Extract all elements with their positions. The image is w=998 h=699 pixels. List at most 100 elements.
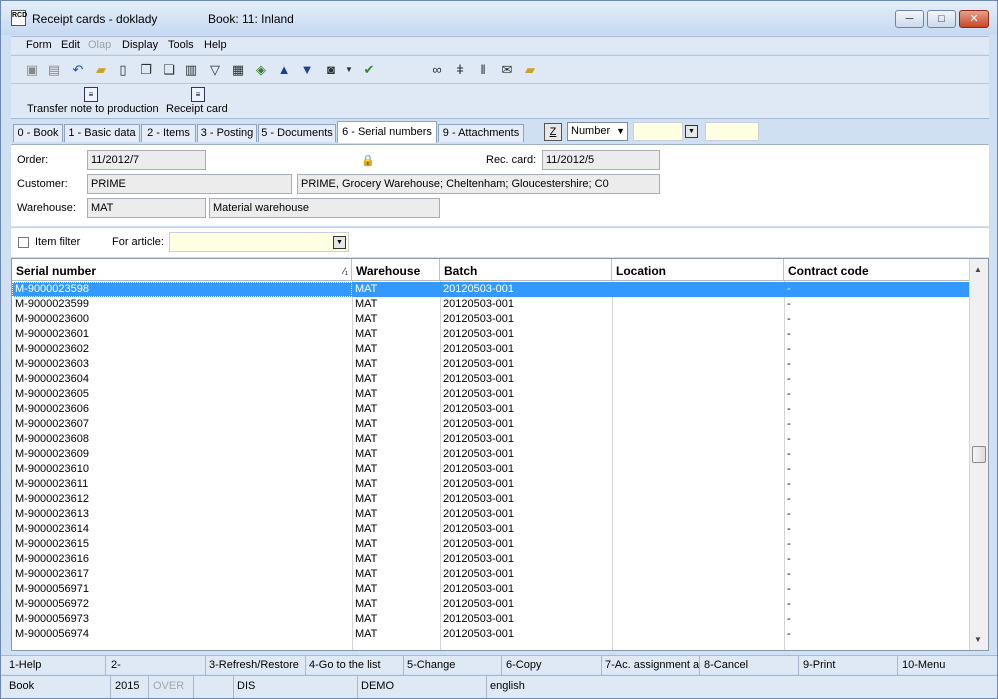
table-row[interactable]: M-9000023608 MAT 20120503-001 - xyxy=(12,432,969,447)
copy-icon[interactable]: ❐ xyxy=(138,62,154,78)
cell-location xyxy=(612,627,784,642)
tab-serial-numbers[interactable]: 6 - Serial numbers xyxy=(337,121,437,143)
table-row[interactable]: M-9000023609 MAT 20120503-001 - xyxy=(12,447,969,462)
table-row[interactable]: M-9000023610 MAT 20120503-001 - xyxy=(12,462,969,477)
menu-tools[interactable]: Tools xyxy=(168,39,194,51)
down-arrow-icon[interactable]: ▼ xyxy=(299,62,315,78)
fkey-help[interactable]: 1-Help xyxy=(6,656,106,675)
menu-help[interactable]: Help xyxy=(204,39,227,51)
column-header-batch[interactable]: Batch xyxy=(440,259,612,281)
fkey-menu[interactable]: 10-Menu xyxy=(899,656,995,675)
table-row[interactable]: M-9000023601 MAT 20120503-001 - xyxy=(12,327,969,342)
fkey-refresh[interactable]: 3-Refresh/Restore xyxy=(206,656,306,675)
fkey-change[interactable]: 5-Change xyxy=(404,656,502,675)
minimize-button[interactable]: ─ xyxy=(895,10,924,28)
tab-book[interactable]: 0 - Book xyxy=(13,124,63,142)
table-row[interactable]: M-9000023602 MAT 20120503-001 - xyxy=(12,342,969,357)
title-bar[interactable]: RCD Receipt cards - doklady Book: 11: In… xyxy=(1,1,997,35)
table-row[interactable]: M-9000023617 MAT 20120503-001 - xyxy=(12,567,969,582)
camera-icon[interactable]: ◙ xyxy=(323,62,339,78)
stack-icon[interactable]: ◈ xyxy=(253,62,269,78)
column-header-serial-number[interactable]: Serial number ⁄₁ xyxy=(12,259,352,281)
vertical-scrollbar[interactable]: ▲ ▼ xyxy=(969,259,988,650)
customer-name-field[interactable]: PRIME, Grocery Warehouse; Cheltenham; Gl… xyxy=(297,174,660,194)
save-all-icon[interactable]: ▤ xyxy=(46,62,62,78)
sort-select[interactable]: Number ▼ xyxy=(567,122,628,141)
fkey-go-to-list[interactable]: 4-Go to the list xyxy=(306,656,404,675)
book-icon[interactable]: ▥ xyxy=(183,62,199,78)
find-next-icon[interactable]: ǂ xyxy=(452,62,468,78)
fkey-print[interactable]: 9-Print xyxy=(800,656,898,675)
binoculars-icon[interactable]: ∞ xyxy=(429,62,445,78)
tab-attachments[interactable]: 9 - Attachments xyxy=(438,124,524,142)
rec-card-field[interactable]: 11/2012/5 xyxy=(542,150,660,170)
menu-display[interactable]: Display xyxy=(122,39,158,51)
find-prev-icon[interactable]: ǁ xyxy=(475,62,491,78)
table-row[interactable]: M-9000023603 MAT 20120503-001 - xyxy=(12,357,969,372)
menu-form[interactable]: Form xyxy=(26,39,52,51)
tab-posting[interactable]: 3 - Posting xyxy=(197,124,257,142)
for-article-input[interactable] xyxy=(169,232,349,252)
table-row[interactable]: M-9000023598 MAT 20120503-001 - xyxy=(12,282,969,297)
scrollbar-thumb[interactable] xyxy=(972,446,986,463)
tab-items[interactable]: 2 - Items xyxy=(141,124,196,142)
customer-code-field[interactable]: PRIME xyxy=(87,174,292,194)
mail-icon[interactable]: ✉ xyxy=(499,62,515,78)
warehouse-name-field[interactable]: Material warehouse xyxy=(209,198,440,218)
dropdown-arrow-icon[interactable]: ▼ xyxy=(341,62,357,78)
table-row[interactable]: M-9000056973 MAT 20120503-001 - xyxy=(12,612,969,627)
column-header-warehouse[interactable]: Warehouse xyxy=(352,259,440,281)
table-row[interactable]: M-9000023605 MAT 20120503-001 - xyxy=(12,387,969,402)
new-document-icon[interactable]: ▯ xyxy=(115,62,131,78)
table-row[interactable]: M-9000023611 MAT 20120503-001 - xyxy=(12,477,969,492)
report-icon[interactable]: ▦ xyxy=(230,62,246,78)
cell-contract-code: - xyxy=(787,388,791,400)
cell-serial-number: M-9000056974 xyxy=(15,628,90,640)
table-row[interactable]: M-9000023614 MAT 20120503-001 - xyxy=(12,522,969,537)
scroll-down-icon[interactable]: ▼ xyxy=(974,635,982,644)
menu-olap[interactable]: Olap xyxy=(88,39,111,51)
maximize-button[interactable]: □ xyxy=(927,10,956,28)
table-row[interactable]: M-9000023616 MAT 20120503-001 - xyxy=(12,552,969,567)
table-row[interactable]: M-9000023604 MAT 20120503-001 - xyxy=(12,372,969,387)
scroll-up-icon[interactable]: ▲ xyxy=(974,265,982,274)
item-filter-checkbox[interactable] xyxy=(18,237,29,248)
order-field[interactable]: 11/2012/7 xyxy=(87,150,206,170)
table-row[interactable]: M-9000056971 MAT 20120503-001 - xyxy=(12,582,969,597)
z-button[interactable]: Z xyxy=(544,123,562,141)
table-row[interactable]: M-9000056972 MAT 20120503-001 - xyxy=(12,597,969,612)
warehouse-code-field[interactable]: MAT xyxy=(87,198,206,218)
tab-basic-data[interactable]: 1 - Basic data xyxy=(64,124,140,142)
column-header-contract-code[interactable]: Contract code xyxy=(784,259,969,281)
filter-icon[interactable]: ▽ xyxy=(207,62,223,78)
close-button[interactable]: ✕ xyxy=(959,10,989,28)
table-row[interactable]: M-9000023612 MAT 20120503-001 - xyxy=(12,492,969,507)
table-row[interactable]: M-9000023599 MAT 20120503-001 - xyxy=(12,297,969,312)
undo-icon[interactable]: ↶ xyxy=(70,62,86,78)
cell-serial-number: M-9000023612 xyxy=(15,493,90,505)
up-arrow-icon[interactable]: ▲ xyxy=(276,62,292,78)
save-icon[interactable]: ▣ xyxy=(24,62,40,78)
fkey-2[interactable]: 2- xyxy=(108,656,206,675)
table-row[interactable]: M-9000023600 MAT 20120503-001 - xyxy=(12,312,969,327)
table-row[interactable]: M-9000056974 MAT 20120503-001 - xyxy=(12,627,969,642)
column-header-location[interactable]: Location xyxy=(612,259,784,281)
for-article-dropdown[interactable]: ▼ xyxy=(333,236,346,249)
filter-field-1[interactable] xyxy=(633,122,683,141)
tab-documents[interactable]: 5 - Documents xyxy=(258,124,336,142)
fkey-cancel[interactable]: 8-Cancel xyxy=(701,656,799,675)
open-item-icon[interactable]: ▰ xyxy=(522,62,538,78)
table-row[interactable]: M-9000023606 MAT 20120503-001 - xyxy=(12,402,969,417)
dropdown-button[interactable]: ▼ xyxy=(685,125,698,138)
menu-edit[interactable]: Edit xyxy=(61,39,80,51)
table-row[interactable]: M-9000023607 MAT 20120503-001 - xyxy=(12,417,969,432)
table-row[interactable]: M-9000023615 MAT 20120503-001 - xyxy=(12,537,969,552)
table-row[interactable]: M-9000023613 MAT 20120503-001 - xyxy=(12,507,969,522)
open-folder-icon[interactable]: ▰ xyxy=(93,62,109,78)
check-arrow-icon[interactable]: ✔ xyxy=(361,62,377,78)
paste-icon[interactable]: ❏ xyxy=(161,62,177,78)
filter-field-2[interactable] xyxy=(705,122,759,141)
cell-warehouse: MAT xyxy=(355,433,378,445)
fkey-ac-assignment[interactable]: 7-Ac. assignment ar xyxy=(602,656,700,675)
fkey-copy[interactable]: 6-Copy xyxy=(503,656,602,675)
